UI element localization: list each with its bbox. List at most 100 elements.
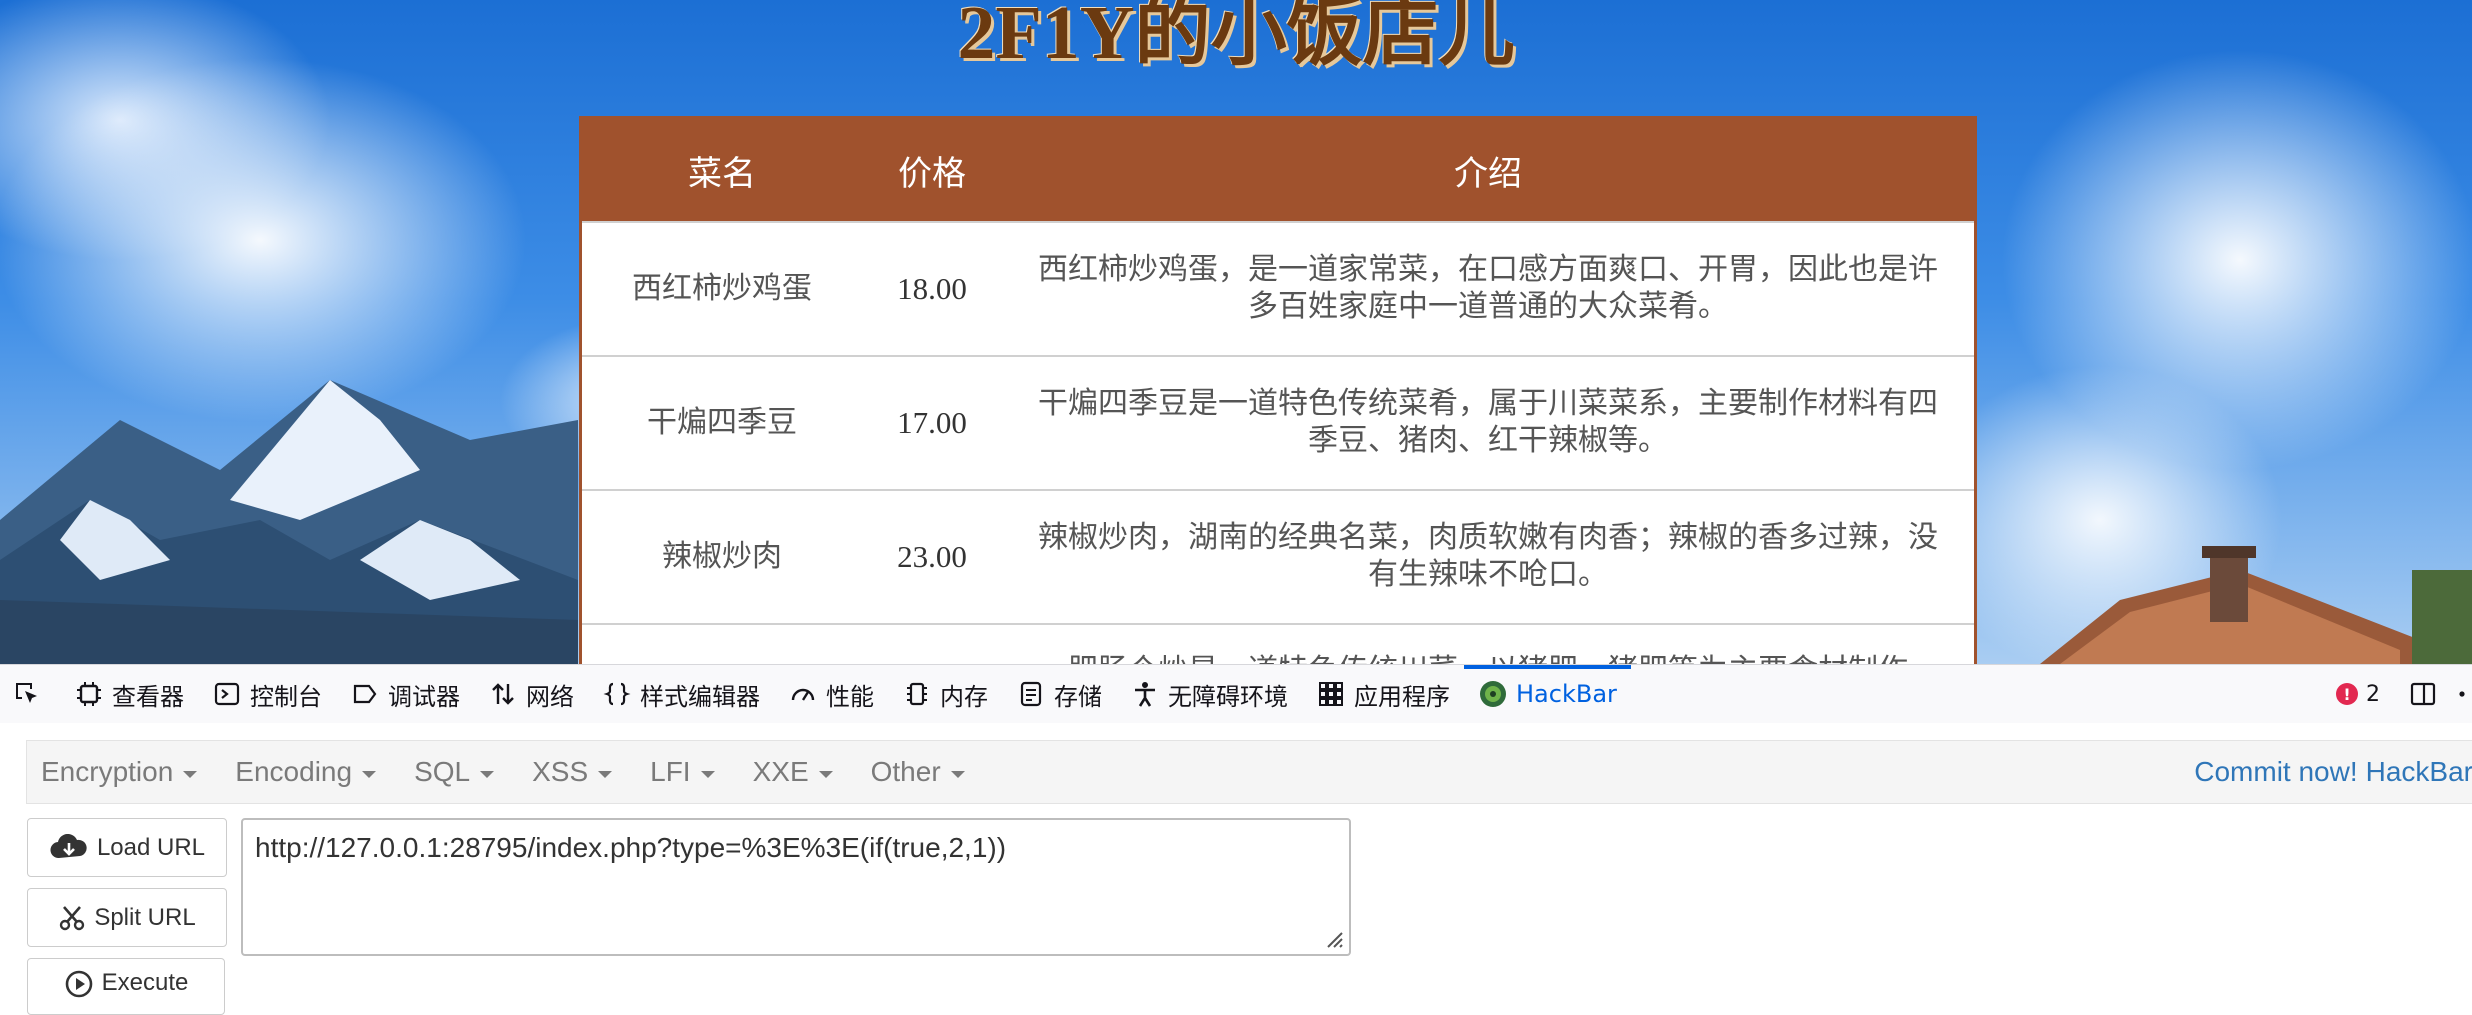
tab-label: 样式编辑器 bbox=[640, 682, 760, 711]
caret-down-icon bbox=[480, 770, 495, 778]
error-count-badge[interactable]: ! 2 bbox=[2316, 682, 2400, 707]
style-editor-icon bbox=[602, 679, 632, 709]
network-icon bbox=[488, 679, 518, 709]
hackbar-brand: HackBar bbox=[2365, 756, 2472, 787]
devtools-toolbar: 查看器 控制台 调试器 网络 样式编辑器 性能 内存 存储 无障碍环境 应用程序… bbox=[0, 664, 2472, 724]
accessibility-icon bbox=[1130, 679, 1160, 709]
tab-network[interactable]: 网络 bbox=[474, 665, 588, 723]
tab-label: 内存 bbox=[940, 682, 988, 711]
scissors-icon bbox=[58, 904, 86, 932]
column-header-price: 价格 bbox=[862, 117, 1002, 222]
caret-down-icon bbox=[818, 770, 833, 778]
resize-grip-icon[interactable] bbox=[1322, 927, 1344, 949]
execute-button[interactable]: Execute bbox=[27, 958, 225, 1015]
menu-xxe[interactable]: XXE bbox=[739, 756, 847, 788]
tab-style-editor[interactable]: 样式编辑器 bbox=[588, 665, 774, 723]
commit-area: Commit now! HackBar bbox=[2194, 756, 2472, 788]
tab-application[interactable]: 应用程序 bbox=[1302, 665, 1464, 723]
dish-name: 辣椒炒肉 bbox=[580, 489, 862, 624]
caret-down-icon bbox=[950, 770, 965, 778]
caret-down-icon bbox=[183, 770, 198, 778]
button-label: Split URL bbox=[94, 903, 196, 931]
tab-label: 性能 bbox=[826, 682, 874, 711]
console-icon bbox=[212, 679, 242, 709]
tab-label: 调试器 bbox=[388, 682, 460, 711]
storage-icon bbox=[1016, 679, 1046, 709]
tab-debugger[interactable]: 调试器 bbox=[336, 665, 474, 723]
devtools-right-controls: ! 2 bbox=[2316, 665, 2472, 723]
hackbar-panel: Encryption Encoding SQL XSS LFI XXE Othe… bbox=[0, 723, 2472, 1015]
menu-table: 菜名 价格 介绍 西红柿炒鸡蛋 18.00 西红柿炒鸡蛋，是一道家常菜，在口感方… bbox=[579, 116, 1977, 664]
tab-label: 无障碍环境 bbox=[1168, 682, 1288, 711]
button-label: Load URL bbox=[96, 833, 206, 861]
caret-down-icon bbox=[700, 770, 715, 778]
cloud-download-icon bbox=[49, 833, 89, 862]
column-header-description: 介绍 bbox=[1002, 117, 1976, 222]
dish-name: 西红柿炒鸡蛋 bbox=[580, 221, 862, 356]
dish-description: 辣椒炒肉，湖南的经典名菜，肉质软嫩有肉香；辣椒的香多过辣，没有生辣味不呛口。 bbox=[1002, 489, 1976, 624]
tab-memory[interactable]: 内存 bbox=[888, 665, 1002, 723]
menu-encoding[interactable]: Encoding bbox=[221, 756, 390, 788]
dish-price bbox=[862, 623, 1002, 664]
menu-label: Other bbox=[870, 756, 941, 787]
menu-label: SQL bbox=[414, 756, 471, 787]
tab-accessibility[interactable]: 无障碍环境 bbox=[1116, 665, 1302, 723]
performance-icon bbox=[788, 679, 818, 709]
menu-lfi[interactable]: LFI bbox=[636, 756, 728, 788]
memory-icon bbox=[902, 679, 932, 709]
error-icon: ! bbox=[2336, 683, 2358, 705]
dock-side-button[interactable] bbox=[2400, 665, 2454, 723]
dish-name: 干煸四季豆 bbox=[580, 355, 862, 490]
tab-storage[interactable]: 存储 bbox=[1002, 665, 1116, 723]
error-count: 2 bbox=[2366, 681, 2380, 707]
table-row: 干煸四季豆 17.00 干煸四季豆是一道特色传统菜肴，属于川菜菜系，主要制作材料… bbox=[580, 355, 1976, 490]
dish-description: 干煸四季豆是一道特色传统菜肴，属于川菜菜系，主要制作材料有四季豆、猪肉、红干辣椒… bbox=[1002, 355, 1976, 490]
element-picker-icon bbox=[12, 679, 42, 709]
dish-price: 17.00 bbox=[862, 355, 1002, 490]
play-circle-icon bbox=[64, 969, 94, 999]
inspector-icon bbox=[74, 679, 104, 709]
page-viewport: 2F1Y的小饭店儿 菜名 价格 介绍 西红柿炒鸡蛋 18.00 西红柿炒鸡蛋，是… bbox=[0, 0, 2472, 664]
table-row: 西红柿炒鸡蛋 18.00 西红柿炒鸡蛋，是一道家常菜，在口感方面爽口、开胃，因此… bbox=[580, 221, 1976, 356]
tab-inspector[interactable]: 查看器 bbox=[60, 665, 198, 723]
load-url-button[interactable]: Load URL bbox=[27, 818, 227, 877]
dish-price: 23.00 bbox=[862, 489, 1002, 624]
tab-label: 网络 bbox=[526, 682, 574, 711]
button-label: Execute bbox=[101, 969, 189, 996]
tab-label: 应用程序 bbox=[1354, 682, 1450, 711]
caret-down-icon bbox=[598, 770, 613, 778]
menu-label: XXE bbox=[752, 756, 809, 787]
menu-label: LFI bbox=[650, 756, 691, 787]
menu-other[interactable]: Other bbox=[857, 756, 979, 788]
hackbar-icon bbox=[1478, 679, 1508, 709]
menu-label: XSS bbox=[532, 756, 589, 787]
dish-description: 肥肠个炒是一道特色传统川菜，以猪肥、猪肥等为主要食材制作 bbox=[1002, 623, 1976, 664]
tab-label: 控制台 bbox=[250, 682, 322, 711]
menu-xss[interactable]: XSS bbox=[518, 756, 626, 788]
table-row: 肥肠个炒是一道特色传统川菜，以猪肥、猪肥等为主要食材制作 bbox=[580, 623, 1976, 664]
element-picker-button[interactable] bbox=[0, 665, 60, 723]
dish-name bbox=[580, 623, 862, 664]
menu-label: Encoding bbox=[235, 756, 353, 787]
more-options-icon bbox=[2454, 679, 2468, 709]
tab-console[interactable]: 控制台 bbox=[198, 665, 336, 723]
split-url-button[interactable]: Split URL bbox=[27, 888, 227, 947]
dish-price: 18.00 bbox=[862, 221, 1002, 356]
menu-encryption[interactable]: Encryption bbox=[27, 756, 211, 788]
tab-performance[interactable]: 性能 bbox=[774, 665, 888, 723]
debugger-icon bbox=[350, 679, 380, 709]
tab-hackbar[interactable]: HackBar bbox=[1464, 665, 1631, 723]
application-icon bbox=[1316, 679, 1346, 709]
more-options-button[interactable] bbox=[2454, 665, 2472, 723]
tab-label: HackBar bbox=[1516, 680, 1617, 708]
page-title: 2F1Y的小饭店儿 bbox=[957, 0, 1515, 75]
table-header-row: 菜名 价格 介绍 bbox=[580, 117, 1976, 222]
hackbar-menu-bar: Encryption Encoding SQL XSS LFI XXE Othe… bbox=[26, 740, 2472, 804]
dish-description: 西红柿炒鸡蛋，是一道家常菜，在口感方面爽口、开胃，因此也是许多百姓家庭中一道普通… bbox=[1002, 221, 1976, 356]
column-header-name: 菜名 bbox=[580, 117, 862, 222]
dock-side-icon bbox=[2408, 679, 2438, 709]
menu-sql[interactable]: SQL bbox=[400, 756, 508, 788]
url-input[interactable]: http://127.0.0.1:28795/index.php?type=%3… bbox=[241, 818, 1351, 956]
commit-now-link[interactable]: Commit now! bbox=[2194, 756, 2357, 787]
table-row: 辣椒炒肉 23.00 辣椒炒肉，湖南的经典名菜，肉质软嫩有肉香；辣椒的香多过辣，… bbox=[580, 489, 1976, 624]
